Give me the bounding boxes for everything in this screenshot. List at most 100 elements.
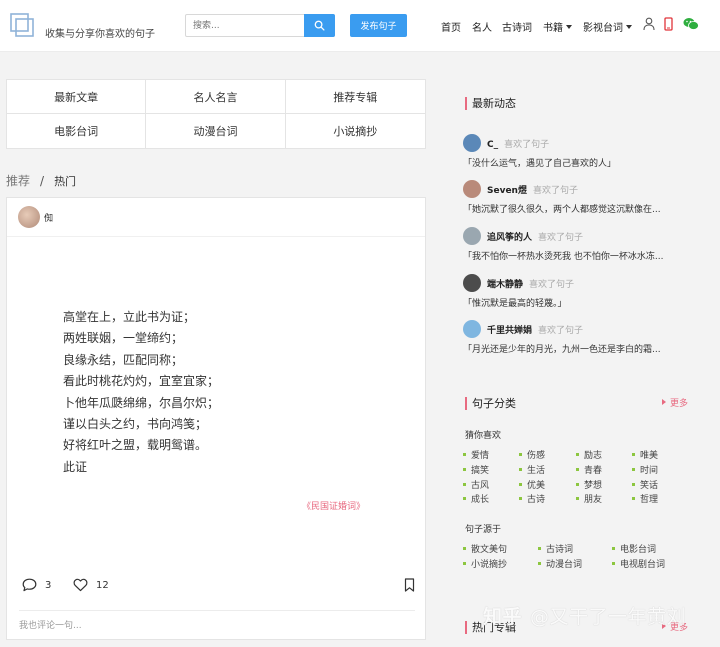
comment-button[interactable]: 3 [22, 578, 51, 592]
post-author[interactable]: 倁 [18, 206, 53, 228]
nav-film-quotes-label: 影视台词 [583, 23, 623, 34]
wechat-icon[interactable] [683, 17, 699, 31]
like-button[interactable]: 12 [73, 578, 109, 592]
poem-line: 谨以白头之约，书向鸿笺； [63, 417, 208, 432]
divider [7, 236, 425, 237]
source-link[interactable]: 电影台词 [612, 542, 656, 555]
category-famous-quotes[interactable]: 名人名言 [146, 80, 286, 114]
activity-user[interactable]: 追风筝的人 [487, 233, 532, 243]
activity-user[interactable]: Seven煜 [487, 186, 527, 196]
post-actions: 3 12 [22, 578, 415, 598]
poem-line: 此证 [63, 459, 88, 474]
activity-action: 喜欢了句子 [538, 233, 584, 243]
search-button[interactable] [304, 14, 335, 37]
tag-link[interactable]: 朋友 [576, 492, 602, 505]
activity-quote[interactable]: 「惟沉默是最高的轻蔑。」 [463, 296, 567, 309]
avatar [463, 180, 481, 198]
source-link[interactable]: 电视剧台词 [612, 557, 665, 570]
tag-link[interactable]: 成长 [463, 492, 489, 505]
nav-poetry[interactable]: 古诗词 [502, 19, 532, 34]
heart-icon [73, 578, 88, 592]
guess-you-like-title: 猜你喜欢 [465, 431, 502, 441]
post-card: 倁 高堂在上，立此书为证； 两姓联姻，一堂缔约； 良缘永结，匹配同称； 看此时桃… [6, 197, 426, 640]
sentence-source-title: 句子源于 [465, 525, 502, 535]
activity-user[interactable]: 千里共婵娟 [487, 326, 532, 336]
avatar [463, 227, 481, 245]
activity-action: 喜欢了句子 [532, 186, 578, 196]
site-slogan: 收集与分享你喜欢的句子 [45, 29, 155, 40]
like-count: 12 [96, 579, 109, 591]
breadcrumb-separator: / [40, 174, 45, 188]
category-more-link[interactable]: 更多 [662, 396, 688, 409]
breadcrumb-root[interactable]: 推荐 [6, 174, 30, 188]
tag-link[interactable]: 伤感 [519, 448, 545, 461]
search-icon [314, 20, 325, 31]
activity-meta: C_ 喜欢了句子 [487, 137, 549, 150]
author-name: 倁 [44, 213, 54, 224]
avatar [18, 206, 40, 228]
user-icon[interactable] [643, 17, 655, 31]
tag-link[interactable]: 哲理 [632, 492, 658, 505]
source-link[interactable]: 散文美句 [463, 542, 507, 555]
breadcrumb: 推荐 / 热门 [6, 172, 76, 189]
category-recommended-albums[interactable]: 推荐专辑 [285, 80, 425, 114]
activity-quote[interactable]: 「没什么运气，遇见了自己喜欢的人」 [463, 156, 616, 169]
nav-home[interactable]: 首页 [441, 19, 461, 34]
activity-quote[interactable]: 「月光还是少年的月光，九州一色还是李白的霜... [463, 342, 661, 355]
comment-divider [19, 610, 415, 611]
caret-right-icon [662, 399, 666, 405]
publish-button[interactable]: 发布句子 [350, 14, 407, 37]
site-header: 收集与分享你喜欢的句子 发布句子 首页 名人 古诗词 书籍 影视台词 [0, 0, 720, 52]
tag-link[interactable]: 生活 [519, 463, 545, 476]
tag-link[interactable]: 笑话 [632, 478, 658, 491]
activity-quote[interactable]: 「她沉默了很久很久，两个人都感觉这沉默像在... [463, 202, 661, 215]
tag-link[interactable]: 唯美 [632, 448, 658, 461]
activity-user[interactable]: C_ [487, 140, 498, 150]
poem-line: 卜他年瓜瓞绵绵，尔昌尔炽； [63, 395, 220, 410]
category-novel-excerpts[interactable]: 小说摘抄 [286, 114, 425, 148]
tag-link[interactable]: 爱情 [463, 448, 489, 461]
poem-line: 看此时桃花灼灼，宜室宜家； [63, 374, 220, 389]
nav-film-quotes[interactable]: 影视台词 [583, 19, 632, 34]
bookmark-icon[interactable] [404, 578, 415, 592]
tag-link[interactable]: 古风 [463, 478, 489, 491]
activity-meta: 千里共婵娟 喜欢了句子 [487, 323, 583, 336]
poem-line: 良缘永结，匹配同称； [63, 352, 184, 367]
activity-quote[interactable]: 「我不怕你一杯热水烫死我 也不怕你一杯冰水冻... [463, 249, 663, 262]
tag-link[interactable]: 优美 [519, 478, 545, 491]
tag-link[interactable]: 励志 [576, 448, 602, 461]
search-input[interactable] [186, 15, 304, 36]
activity-user[interactable]: 端木静静 [487, 280, 523, 290]
watermark-brand: 知乎 [483, 606, 523, 628]
category-latest[interactable]: 最新文章 [7, 80, 147, 114]
category-movie-quotes[interactable]: 电影台词 [7, 114, 147, 148]
post-source-link[interactable]: 《民国证婚词》 [302, 499, 365, 512]
tag-link[interactable]: 梦想 [576, 478, 602, 491]
category-grid: 最新文章 名人名言 推荐专辑 电影台词 动漫台词 小说摘抄 [6, 79, 426, 149]
activity-meta: 追风筝的人 喜欢了句子 [487, 230, 583, 243]
category-anime-quotes[interactable]: 动漫台词 [146, 114, 286, 148]
tag-link[interactable]: 搞笑 [463, 463, 489, 476]
activity-meta: Seven煜 喜欢了句子 [487, 183, 578, 196]
nav-famous[interactable]: 名人 [472, 19, 492, 34]
latest-activity-title: 最新动态 [465, 97, 516, 110]
comment-input[interactable]: 我也评论一句... [19, 618, 82, 631]
activity-meta: 端木静静 喜欢了句子 [487, 277, 574, 290]
avatar [463, 320, 481, 338]
source-link[interactable]: 小说摘抄 [463, 557, 507, 570]
sentence-category-title: 句子分类 [465, 397, 516, 410]
comment-icon [22, 578, 37, 592]
avatar [463, 134, 481, 152]
tag-link[interactable]: 青春 [576, 463, 602, 476]
logo-icon[interactable] [10, 13, 34, 37]
nav-books[interactable]: 书籍 [543, 19, 572, 34]
post-content[interactable]: 高堂在上，立此书为证； 两姓联姻，一堂缔约； 良缘永结，匹配同称； 看此时桃花灼… [63, 307, 219, 478]
search-box [185, 14, 335, 37]
tag-link[interactable]: 古诗 [519, 492, 545, 505]
chevron-down-icon [626, 25, 632, 29]
avatar [463, 274, 481, 292]
phone-icon[interactable] [664, 17, 673, 31]
source-link[interactable]: 动漫台词 [538, 557, 582, 570]
tag-link[interactable]: 时间 [632, 463, 658, 476]
source-link[interactable]: 古诗词 [538, 542, 573, 555]
